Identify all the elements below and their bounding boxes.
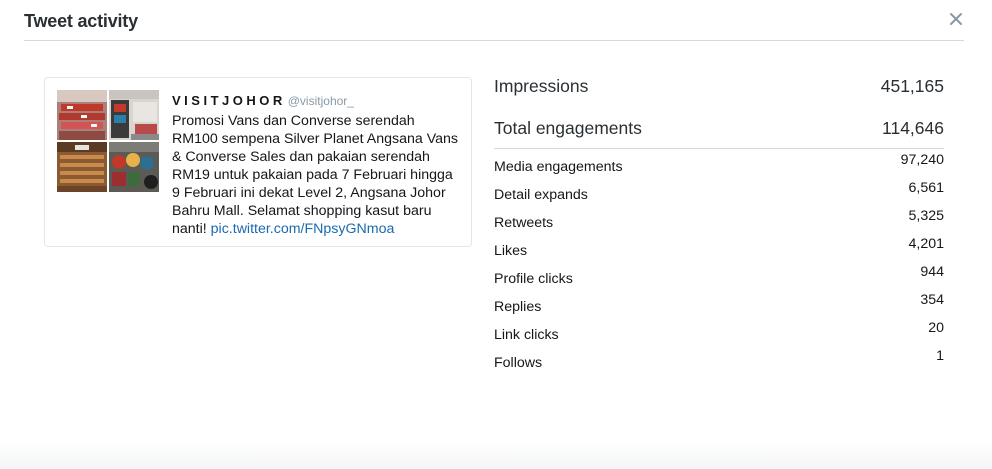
- stat-value: 451,165: [880, 76, 944, 96]
- media-thumbnail[interactable]: [109, 142, 159, 192]
- stat-row: Replies 354: [494, 289, 944, 317]
- tweet-text-content: Promosi Vans dan Converse serendah RM100…: [172, 113, 459, 237]
- media-thumbnail[interactable]: [109, 90, 159, 140]
- stat-total-engagements: Total engagements 114,646: [494, 112, 944, 149]
- stats-panel: Impressions 451,165 Total engagements 11…: [494, 70, 944, 373]
- stat-value: 6,561: [908, 180, 944, 196]
- modal-header: Tweet activity: [24, 0, 992, 40]
- stat-value: 1: [936, 348, 944, 364]
- stat-value: 944: [920, 264, 944, 280]
- stat-value: 114,646: [882, 118, 944, 138]
- tweet-author: VISITJOHOR @visitjohor_: [172, 92, 464, 110]
- stat-row: Link clicks 20: [494, 317, 944, 345]
- stat-row: Likes 4,201: [494, 233, 944, 261]
- stat-value: 4,201: [908, 236, 944, 252]
- stat-row: Detail expands 6,561: [494, 177, 944, 205]
- stat-row: Profile clicks 944: [494, 261, 944, 289]
- stat-value: 20: [928, 320, 944, 336]
- engagement-breakdown: Media engagements 97,240 Detail expands …: [494, 149, 944, 373]
- stat-label: Likes: [494, 243, 528, 259]
- stat-label: Replies: [494, 299, 542, 315]
- close-icon: [950, 13, 962, 25]
- author-handle[interactable]: @visitjohor_: [288, 94, 354, 108]
- tweet-media-grid[interactable]: [57, 90, 160, 193]
- stat-value: 5,325: [908, 208, 944, 224]
- stat-label: Detail expands: [494, 187, 588, 203]
- tweet-media-link[interactable]: pic.twitter.com/FNpsyGNmoa: [211, 221, 395, 237]
- stat-row: Follows 1: [494, 345, 944, 373]
- modal-bottom-shade: [0, 443, 992, 469]
- stat-impressions: Impressions 451,165: [494, 70, 944, 112]
- tweet-text: Promosi Vans dan Converse serendah RM100…: [172, 112, 464, 238]
- stat-label: Retweets: [494, 215, 554, 231]
- stat-value: 97,240: [900, 152, 944, 168]
- stat-label: Link clicks: [494, 327, 559, 343]
- stat-row: Retweets 5,325: [494, 205, 944, 233]
- close-button[interactable]: [946, 9, 966, 29]
- header-divider: [24, 40, 964, 41]
- stat-value: 354: [920, 292, 944, 308]
- tweet-body: VISITJOHOR @visitjohor_ Promosi Vans dan …: [172, 92, 464, 238]
- stat-label: Profile clicks: [494, 271, 573, 287]
- tweet-activity-modal: Tweet activity VISITJOHOR @visitjohor_ P…: [0, 0, 992, 469]
- media-thumbnail[interactable]: [57, 142, 107, 192]
- stat-label: Impressions: [494, 76, 589, 96]
- media-thumbnail[interactable]: [57, 90, 107, 140]
- stat-label: Media engagements: [494, 159, 623, 175]
- stat-row: Media engagements 97,240: [494, 149, 944, 177]
- stat-label: Total engagements: [494, 118, 642, 138]
- stat-label: Follows: [494, 355, 543, 371]
- author-name[interactable]: VISITJOHOR: [172, 93, 286, 108]
- modal-title: Tweet activity: [24, 11, 138, 31]
- tweet-card[interactable]: VISITJOHOR @visitjohor_ Promosi Vans dan …: [44, 77, 472, 247]
